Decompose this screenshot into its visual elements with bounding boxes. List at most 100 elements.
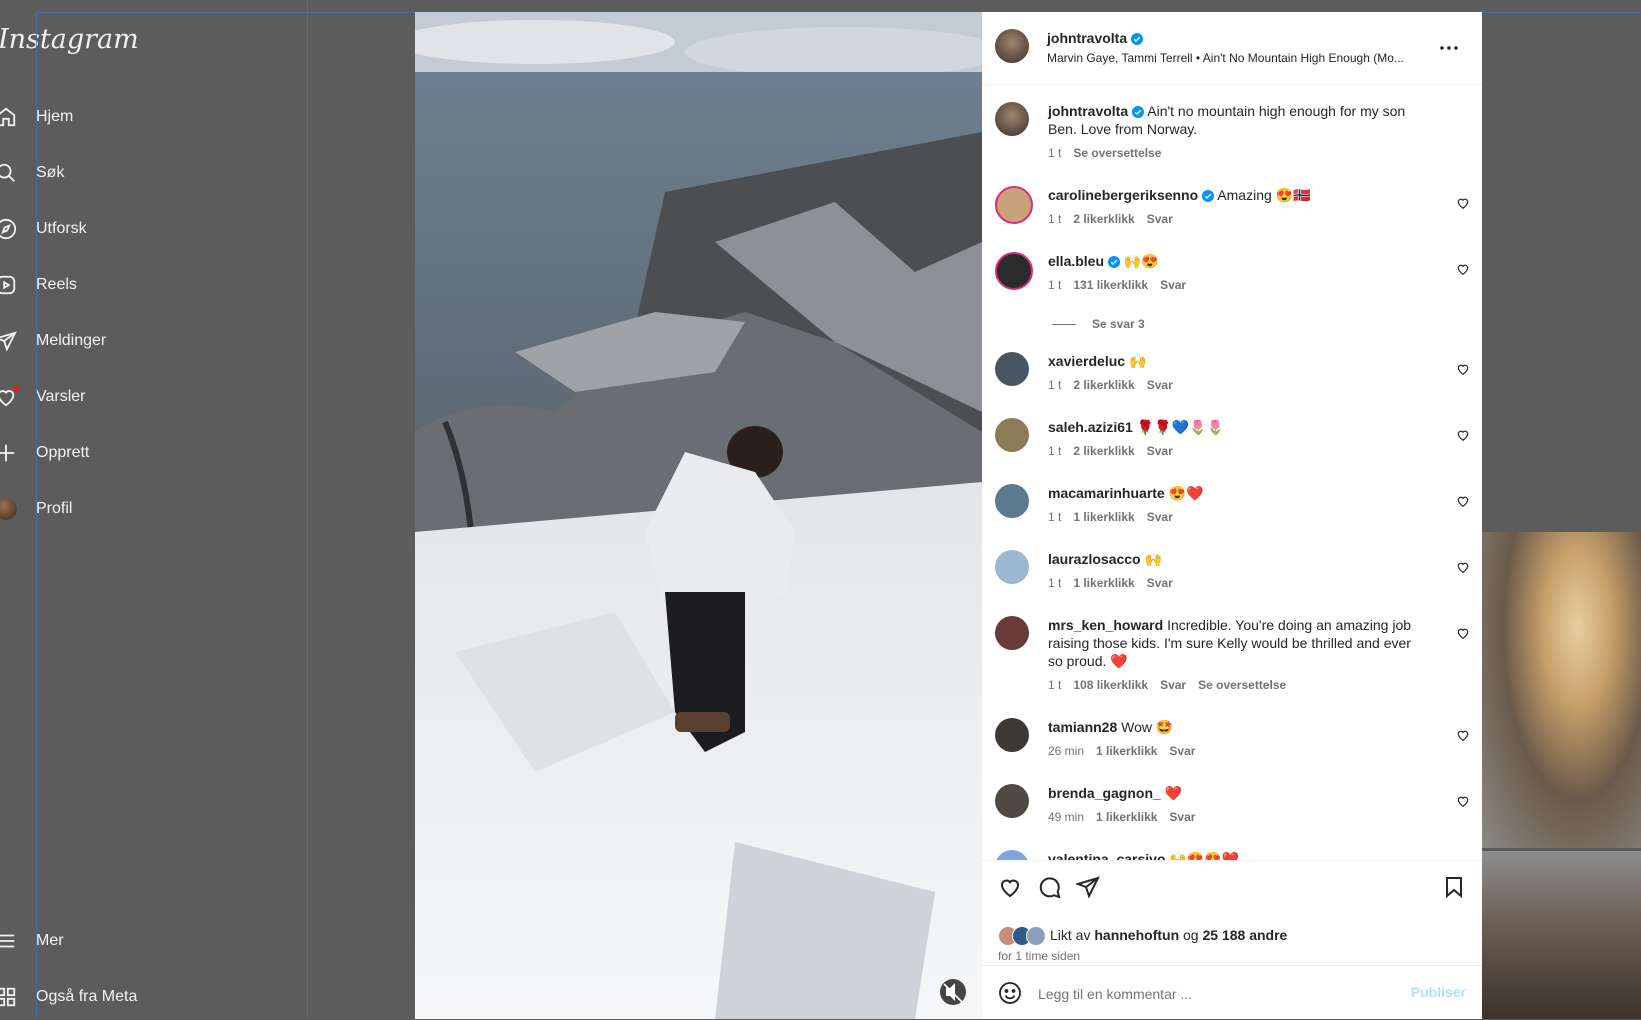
comment-username[interactable]: brenda_gagnon_ bbox=[1048, 785, 1161, 801]
comment-text: 😍❤️ bbox=[1168, 485, 1204, 501]
comment-like-icon[interactable] bbox=[1456, 362, 1470, 376]
sidebar-item-profile[interactable]: Profil bbox=[0, 489, 72, 529]
commenter-avatar[interactable] bbox=[995, 550, 1029, 584]
comment-username[interactable]: ella.bleu bbox=[1048, 253, 1104, 269]
sidebar-item-create[interactable]: Opprett bbox=[0, 433, 89, 473]
comment-likes[interactable]: 2 likerklikk bbox=[1073, 210, 1134, 228]
sidebar-item-messages[interactable]: Meldinger bbox=[0, 321, 106, 361]
commenter-avatar[interactable] bbox=[995, 616, 1029, 650]
comment-likes[interactable]: 2 likerklikk bbox=[1073, 376, 1134, 394]
translate-link[interactable]: Se oversettelse bbox=[1073, 144, 1161, 162]
view-replies-button[interactable]: Se svar 3 bbox=[1052, 317, 1145, 331]
reply-button[interactable]: Svar bbox=[1169, 808, 1195, 826]
liked-by-others[interactable]: 25 188 andre bbox=[1202, 927, 1287, 943]
comment-like-icon[interactable] bbox=[1456, 560, 1470, 574]
like-icon[interactable] bbox=[998, 875, 1022, 899]
comment-likes[interactable]: 131 likerklikk bbox=[1073, 276, 1148, 294]
liked-by-and: og bbox=[1183, 927, 1199, 943]
send-icon bbox=[0, 329, 18, 353]
replies-divider bbox=[1052, 323, 1076, 325]
more-options-icon[interactable] bbox=[1437, 38, 1461, 58]
comment-username[interactable]: carolinebergeriksenno bbox=[1048, 187, 1198, 203]
reply-button[interactable]: Svar bbox=[1147, 376, 1173, 394]
sidebar-item-label: Mer bbox=[36, 932, 64, 949]
sidebar-item-explore[interactable]: Utforsk bbox=[0, 209, 87, 249]
commenter-avatar[interactable] bbox=[995, 484, 1029, 518]
reply-button[interactable]: Svar bbox=[1160, 276, 1186, 294]
audio-track[interactable]: Marvin Gaye, Tammi Terrell • Ain't No Mo… bbox=[1047, 51, 1404, 65]
sidebar-item-reels[interactable]: Reels bbox=[0, 265, 77, 305]
reply-button[interactable]: Svar bbox=[1147, 574, 1173, 592]
sidebar-item-label: Utforsk bbox=[36, 220, 87, 237]
translate-link[interactable]: Se oversettelse bbox=[1198, 676, 1286, 694]
save-bookmark-icon[interactable] bbox=[1442, 875, 1466, 899]
commenter-avatar[interactable] bbox=[995, 252, 1033, 290]
sidebar-item-notifications[interactable]: Varsler bbox=[0, 377, 86, 417]
reply-button[interactable]: Svar bbox=[1147, 442, 1173, 460]
comment-username[interactable]: macamarinhuarte bbox=[1048, 485, 1165, 501]
commenter-avatar[interactable] bbox=[995, 186, 1033, 224]
reply-button[interactable]: Svar bbox=[1147, 508, 1173, 526]
verified-badge-icon bbox=[1131, 33, 1144, 45]
author-avatar[interactable] bbox=[995, 102, 1029, 136]
post-video[interactable] bbox=[415, 12, 982, 1019]
post-header: johntravolta Marvin Gaye, Tammi Terrell … bbox=[982, 12, 1482, 85]
liked-by-user[interactable]: hannehoftun bbox=[1094, 927, 1179, 943]
reply-button[interactable]: Svar bbox=[1147, 210, 1173, 228]
comment-time: 1 t bbox=[1048, 510, 1062, 524]
liked-by-avatars bbox=[998, 926, 1046, 946]
comment-like-icon[interactable] bbox=[1456, 728, 1470, 742]
sidebar-item-more[interactable]: Mer bbox=[0, 921, 64, 961]
sidebar-item-label: Søk bbox=[36, 164, 65, 181]
comment-likes[interactable]: 1 likerklikk bbox=[1096, 808, 1157, 826]
caption-username[interactable]: johntravolta bbox=[1048, 103, 1128, 119]
emoji-icon[interactable] bbox=[998, 981, 1022, 1005]
sidebar-item-search[interactable]: Søk bbox=[0, 153, 64, 193]
comment-like-icon[interactable] bbox=[1456, 626, 1470, 640]
comment-likes[interactable]: 1 likerklikk bbox=[1073, 508, 1134, 526]
comment-likes[interactable]: 2 likerklikk bbox=[1073, 442, 1134, 460]
compass-icon bbox=[0, 217, 18, 241]
comment-username[interactable]: tamiann28 bbox=[1048, 719, 1117, 735]
comment-time: 1 t bbox=[1048, 212, 1062, 226]
comment-username[interactable]: valentina_carsivo bbox=[1048, 851, 1166, 860]
reels-icon bbox=[0, 273, 18, 297]
comment-text: Amazing 😍🇳🇴 bbox=[1217, 187, 1311, 203]
sidebar-item-home[interactable]: Hjem bbox=[0, 97, 73, 137]
comment-icon[interactable] bbox=[1037, 875, 1061, 899]
comment-likes[interactable]: 1 likerklikk bbox=[1073, 574, 1134, 592]
commenter-avatar[interactable] bbox=[995, 718, 1029, 752]
comment-text: 🙌😍 bbox=[1123, 253, 1159, 269]
commenter-avatar[interactable] bbox=[995, 784, 1029, 818]
comment-time: 1 t bbox=[1048, 576, 1062, 590]
comment-like-icon[interactable] bbox=[1456, 794, 1470, 808]
comment-like-icon[interactable] bbox=[1456, 494, 1470, 508]
commenter-avatar[interactable] bbox=[995, 850, 1029, 860]
comment-like-icon[interactable] bbox=[1456, 196, 1470, 210]
sidebar: Instagram Hjem Søk Utforsk Reels Melding… bbox=[0, 0, 308, 1019]
comment-text: 🙌😍😍❤️ bbox=[1169, 851, 1240, 860]
sidebar-item-meta[interactable]: Også fra Meta bbox=[0, 977, 137, 1017]
comment-like-icon[interactable] bbox=[1456, 262, 1470, 276]
comment-username[interactable]: xavierdeluc bbox=[1048, 353, 1125, 369]
comment-likes[interactable]: 108 likerklikk bbox=[1073, 676, 1148, 694]
author-username[interactable]: johntravolta bbox=[1047, 30, 1127, 46]
share-icon[interactable] bbox=[1076, 875, 1100, 899]
comment-likes[interactable]: 1 likerklikk bbox=[1096, 742, 1157, 760]
commenter-avatar[interactable] bbox=[995, 418, 1029, 452]
author-avatar[interactable] bbox=[995, 29, 1029, 63]
publish-button[interactable]: Publiser bbox=[1411, 984, 1466, 1000]
reply-button[interactable]: Svar bbox=[1169, 742, 1195, 760]
reply-button[interactable]: Svar bbox=[1160, 676, 1186, 694]
comment-username[interactable]: laurazlosacco bbox=[1048, 551, 1141, 567]
comment-username[interactable]: mrs_ken_howard bbox=[1048, 617, 1163, 633]
comment-like-icon[interactable] bbox=[1456, 428, 1470, 442]
posted-time[interactable]: for 1 time siden bbox=[998, 949, 1080, 963]
comment-username[interactable]: saleh.azizi61 bbox=[1048, 419, 1133, 435]
comment-input[interactable] bbox=[1036, 981, 1390, 1007]
view-replies-label: Se svar 3 bbox=[1092, 317, 1145, 331]
comment-time: 26 min bbox=[1048, 744, 1085, 758]
commenter-avatar[interactable] bbox=[995, 352, 1029, 386]
instagram-logo[interactable]: Instagram bbox=[0, 24, 139, 55]
comment-time: 1 t bbox=[1048, 444, 1062, 458]
